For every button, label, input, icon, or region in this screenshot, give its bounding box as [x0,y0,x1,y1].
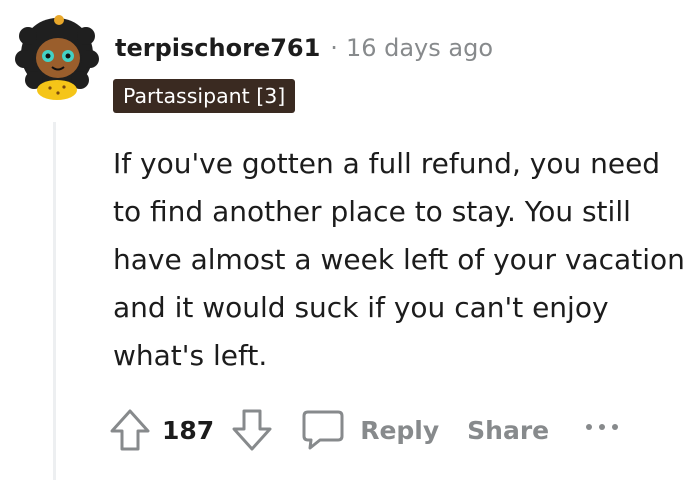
comment-actions: 187 Reply Share [108,404,623,456]
share-button[interactable]: Share [467,416,549,445]
reply-label: Reply [360,415,440,445]
reply-button[interactable]: Reply [300,408,439,452]
downvote-arrow-icon[interactable] [230,407,274,453]
speech-bubble-icon [300,408,346,452]
comment-body: If you've gotten a full refund, you need… [113,147,685,372]
ellipsis-icon[interactable] [583,423,623,437]
meta-separator: · [330,34,338,62]
user-flair: Partassipant [3] [113,79,296,113]
upvote-arrow-icon[interactable] [108,407,152,453]
comment-meta: terpischore761 · 16 days ago [115,30,493,66]
comment-age[interactable]: 16 days ago [346,34,493,62]
avatar[interactable] [14,14,100,100]
thread-line[interactable] [53,122,56,480]
username-link[interactable]: terpischore761 [115,34,320,62]
vote-score: 187 [162,415,215,445]
